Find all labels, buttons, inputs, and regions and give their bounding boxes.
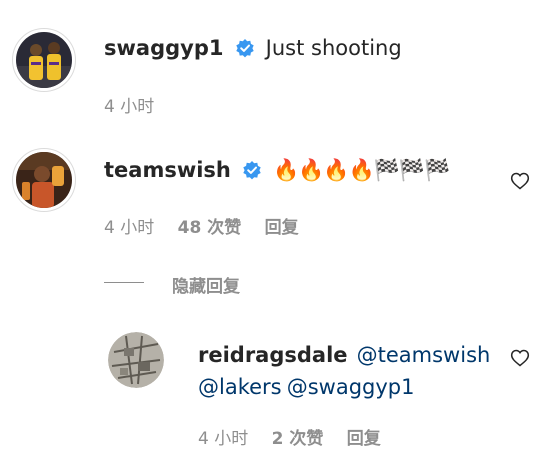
comment-time[interactable]: 4 小时 <box>104 97 154 117</box>
comment-text: Just shooting <box>265 36 402 60</box>
mention-link[interactable]: @lakers <box>198 375 282 399</box>
comment-likes[interactable]: 48 次赞 <box>178 218 242 238</box>
comment-time[interactable]: 4 小时 <box>104 218 154 238</box>
avatar-image-icon <box>16 32 72 88</box>
avatar-image-icon <box>108 332 164 388</box>
avatar-reidragsdale[interactable] <box>108 332 164 388</box>
like-heart-icon[interactable] <box>510 348 530 368</box>
verified-badge-icon <box>235 38 255 62</box>
reply-button[interactable]: 回复 <box>347 429 381 449</box>
like-heart-icon[interactable] <box>510 171 530 191</box>
hide-replies-button[interactable]: 隐藏回复 <box>172 277 240 297</box>
reply-username[interactable]: reidragsdale <box>198 343 348 367</box>
reply-likes[interactable]: 2 次赞 <box>272 429 324 449</box>
verified-badge-icon <box>242 160 262 184</box>
avatar-teamswish[interactable] <box>12 148 76 212</box>
reply-time[interactable]: 4 小时 <box>198 429 248 449</box>
comment-emoji-text: 🔥🔥🔥🔥🏁🏁🏁 <box>273 158 450 182</box>
mention-link[interactable]: @teamswish <box>357 343 491 367</box>
hide-replies-divider <box>104 282 144 283</box>
avatar-image-icon <box>16 152 72 208</box>
comment-username[interactable]: teamswish <box>104 158 231 182</box>
avatar-swaggyp1[interactable] <box>12 28 76 92</box>
reply-button[interactable]: 回复 <box>265 218 299 238</box>
comment-username[interactable]: swaggyp1 <box>104 36 223 60</box>
mention-link[interactable]: @swaggyp1 <box>287 375 415 399</box>
